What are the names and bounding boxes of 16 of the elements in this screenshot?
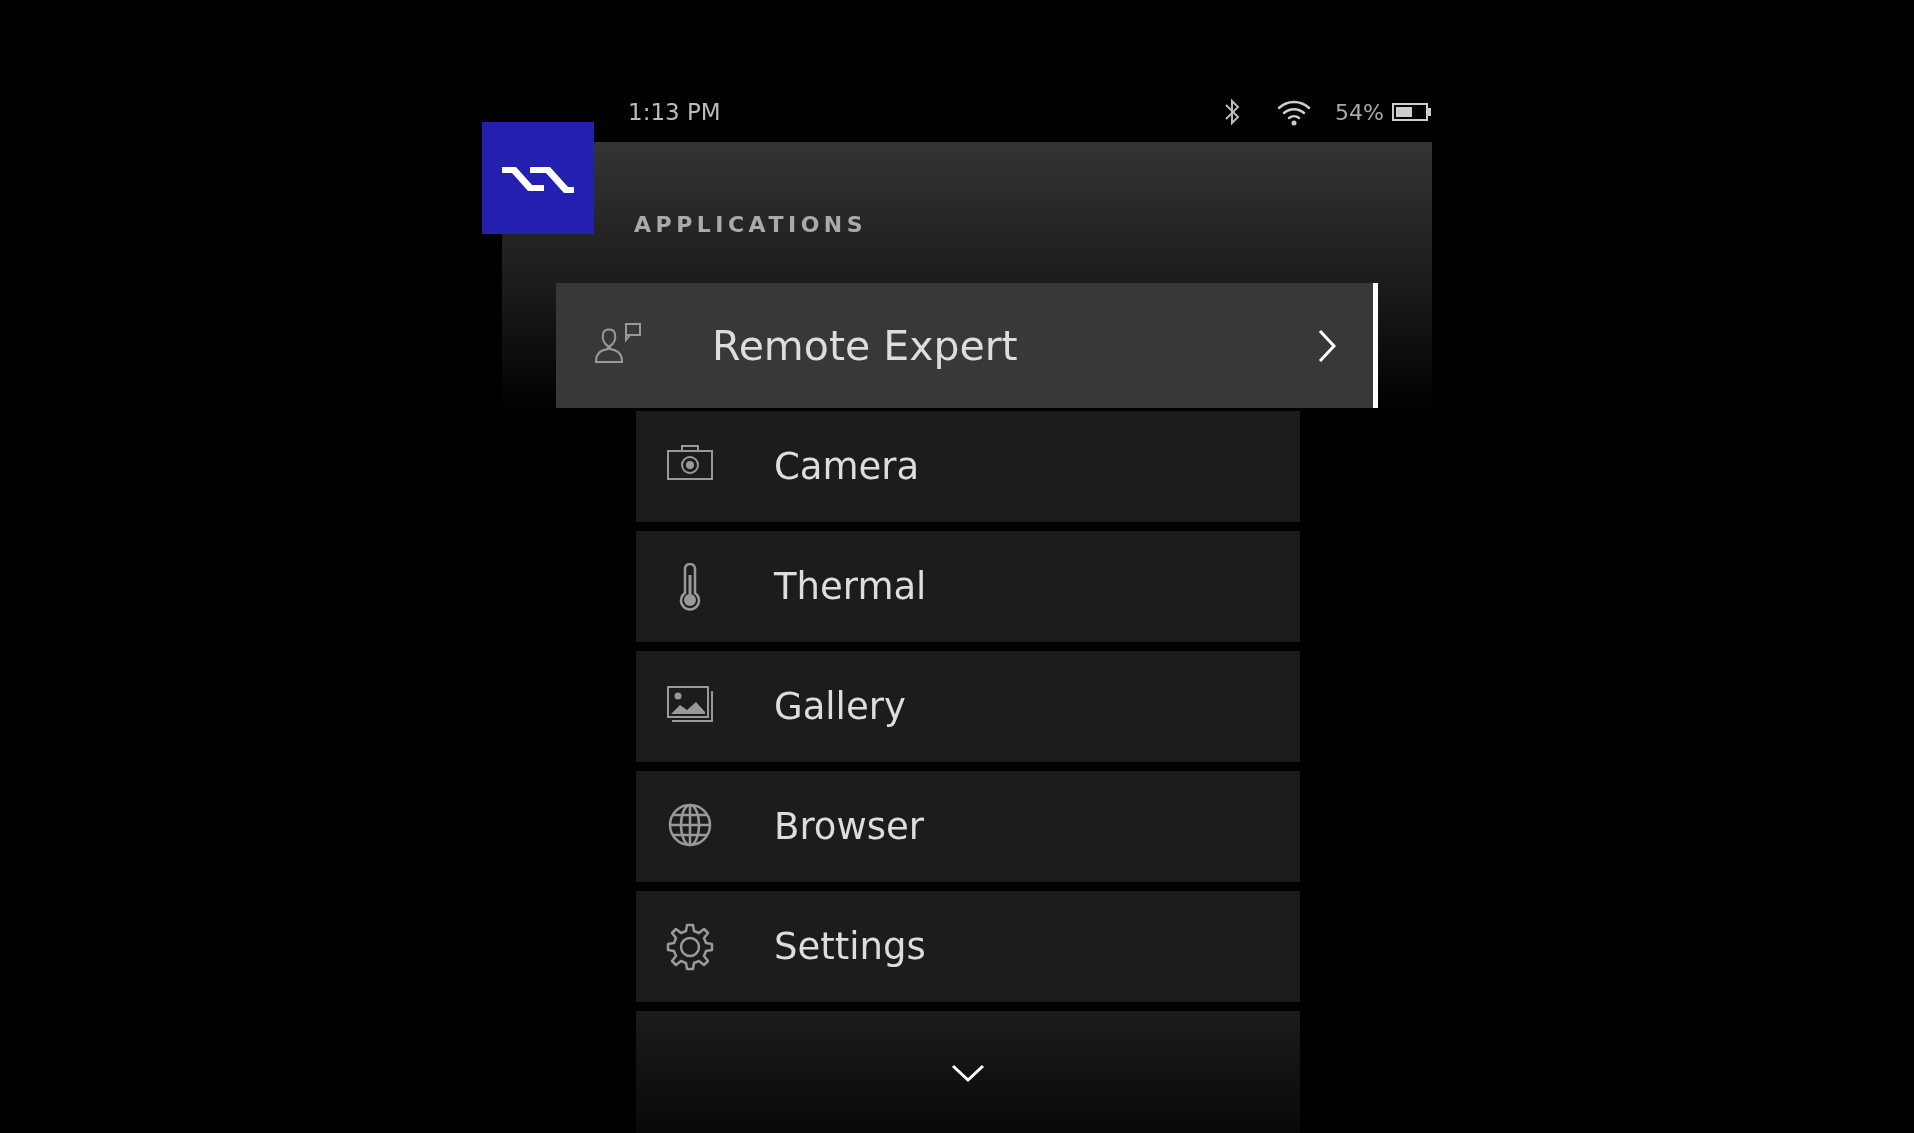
app-menu-item[interactable]: Thermal bbox=[636, 531, 1300, 642]
settings-icon bbox=[666, 922, 716, 971]
section-title: APPLICATIONS bbox=[634, 213, 868, 237]
clock-time: 1:13 PM bbox=[628, 99, 721, 125]
chevron-down-icon bbox=[950, 1062, 986, 1083]
app-menu-item[interactable]: Gallery bbox=[636, 651, 1300, 762]
app-menu-item[interactable]: Remote Expert bbox=[556, 283, 1378, 408]
wifi-icon bbox=[1277, 98, 1312, 126]
app-menu-item[interactable]: Settings bbox=[636, 891, 1300, 1002]
battery-percent: 54% bbox=[1335, 99, 1384, 125]
bluetooth-icon bbox=[1223, 97, 1242, 127]
app-menu-item[interactable]: Browser bbox=[636, 771, 1300, 882]
scroll-down-button[interactable] bbox=[636, 1011, 1300, 1133]
battery-icon bbox=[1392, 103, 1432, 121]
app-menu-item[interactable]: Camera bbox=[636, 411, 1300, 522]
chevron-right-icon bbox=[1317, 327, 1337, 364]
